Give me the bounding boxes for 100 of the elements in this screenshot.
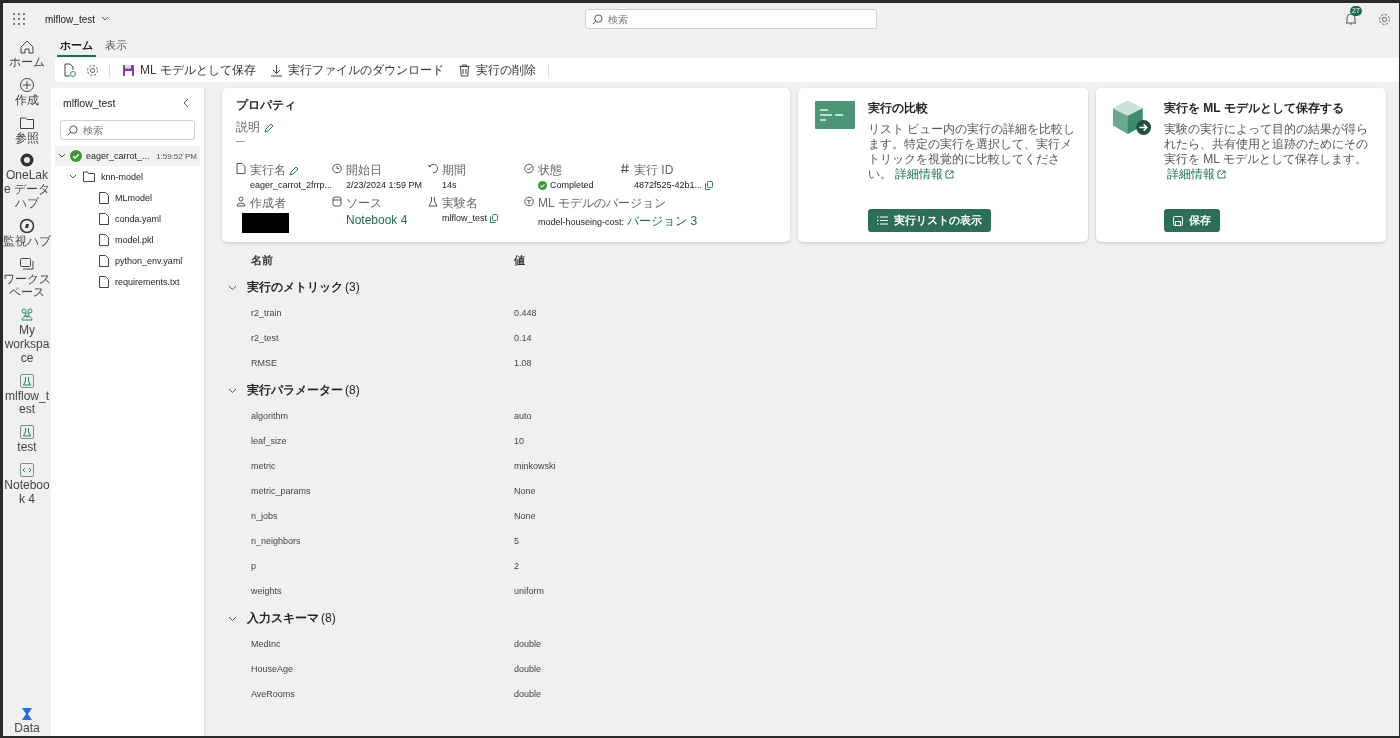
table-cell-text: MedInc xyxy=(250,639,282,649)
folder-icon xyxy=(83,171,95,182)
link[interactable]: Notebook 4 xyxy=(346,213,408,227)
toolbar-button[interactable]: 実行ファイルのダウンロード xyxy=(267,61,446,79)
cube-icon xyxy=(524,196,534,207)
list-icon xyxy=(877,216,888,225)
table-cell-text: AveRooms xyxy=(250,689,296,699)
hourglass-icon[interactable] xyxy=(20,707,34,722)
external-link-icon xyxy=(1217,170,1226,179)
toolbar-button[interactable]: ML モデルとして保存 xyxy=(120,61,258,79)
rail-label[interactable]: OneLake データハブ xyxy=(3,169,51,211)
table-cell: 0.448 xyxy=(514,308,537,318)
rail-label[interactable]: 作成 xyxy=(3,93,51,108)
copy-icon[interactable] xyxy=(705,180,714,190)
chevron-down-icon xyxy=(69,172,77,181)
trash-icon xyxy=(457,63,471,77)
field-value: model-houseing-cost: xyxy=(538,216,625,227)
primary-button[interactable]: 保存 xyxy=(1164,209,1220,232)
rail-label[interactable]: Notebook 4 xyxy=(3,478,51,507)
floppy-icon xyxy=(1173,215,1183,226)
flask-icon[interactable] xyxy=(19,424,35,441)
field-label: 作成者 xyxy=(250,195,286,212)
tab[interactable]: 表示 xyxy=(102,35,130,57)
tree-item[interactable]: knn-model xyxy=(55,166,200,187)
tree-item[interactable]: model.pkl xyxy=(55,229,200,250)
table-cell: auto xyxy=(514,411,532,421)
description-value: — xyxy=(236,136,246,146)
card-description: リスト ビュー内の実行の詳細を比較します。特定の実行を選択して、実行メトリックを視覚的に比較してください。 詳細情報 xyxy=(868,122,1077,182)
table-cell-text: leaf_size xyxy=(250,436,288,446)
tree-item[interactable]: MLmodel xyxy=(55,187,200,208)
rail-label[interactable]: Data xyxy=(3,722,51,736)
table-cell: 2 xyxy=(514,561,519,571)
field-label: 状態 xyxy=(538,162,562,179)
table-cell: double xyxy=(514,689,542,699)
tree-item[interactable]: python_env.yaml xyxy=(55,250,200,271)
new-document-icon[interactable] xyxy=(63,63,76,77)
bell-icon[interactable] xyxy=(1344,12,1358,26)
compass-icon[interactable] xyxy=(19,217,35,234)
rail-label[interactable]: ワークスペース xyxy=(3,272,51,301)
card-description: 実験の実行によって目的の結果が得られたら、共有使用と追跡のためにその実行を ML モデルとして保存します。 詳細情報 xyxy=(1164,122,1369,182)
copy-icon[interactable] xyxy=(490,213,498,223)
toolbar-button[interactable]: 実行の削除 xyxy=(455,61,538,79)
collapse-icon[interactable] xyxy=(182,98,190,108)
person-icon xyxy=(236,196,246,207)
section-header[interactable]: 実行のメトリック (3) xyxy=(222,273,1399,301)
clock-icon xyxy=(332,163,342,174)
section-header[interactable]: 入力スキーマ (8) xyxy=(222,604,1399,632)
panel-title: mlflow_test xyxy=(63,97,116,109)
stacked-windows-icon[interactable] xyxy=(19,255,35,272)
rail-label[interactable]: test xyxy=(3,441,51,455)
pencil-icon[interactable] xyxy=(289,165,299,176)
field-value: eager_carrot_2frrp... xyxy=(250,180,333,190)
chevron-down-icon[interactable] xyxy=(101,16,109,22)
cube-arrow-icon xyxy=(1112,100,1152,136)
table-cell: 5 xyxy=(514,536,519,546)
learn-more-link[interactable]: 詳細情報 xyxy=(895,167,954,182)
search-field[interactable]: 検索 xyxy=(585,9,877,29)
notebook-icon[interactable] xyxy=(19,461,35,478)
tree-item[interactable]: eager_carrot_... 1:59:52 PM xyxy=(55,146,200,166)
rail-label[interactable]: 参照 xyxy=(3,131,51,146)
column-header: 値 xyxy=(514,253,525,268)
table-cell: 10 xyxy=(514,436,524,446)
rail-label[interactable]: mlflow_test xyxy=(3,389,51,418)
home-icon[interactable] xyxy=(19,39,35,55)
section-header[interactable]: 実行パラメーター (8) xyxy=(222,376,1399,404)
download-icon xyxy=(269,63,283,77)
rail-label[interactable]: My workspace xyxy=(3,324,51,366)
file-icon xyxy=(99,275,109,288)
external-link-icon xyxy=(945,170,954,179)
table-cell-text: HouseAge xyxy=(250,664,295,674)
file-icon xyxy=(99,254,109,267)
tree-item[interactable]: conda.yaml xyxy=(55,208,200,229)
flask-icon[interactable] xyxy=(19,372,35,389)
list-window-icon xyxy=(814,100,856,130)
field-label: 実験名 xyxy=(442,195,478,212)
search-field[interactable]: 検索 xyxy=(60,120,195,140)
field-value: 14s xyxy=(442,180,457,190)
table-cell: None xyxy=(514,511,536,521)
rail-label[interactable]: 監視ハブ xyxy=(3,234,51,249)
rail-label[interactable]: ホーム xyxy=(3,56,51,70)
status-icon xyxy=(524,163,534,174)
table-cell: double xyxy=(514,639,542,649)
table-cell-text: weights xyxy=(250,586,283,596)
settings-icon[interactable] xyxy=(1378,12,1391,26)
people-icon[interactable] xyxy=(19,307,35,324)
workspace-name[interactable]: mlflow_test xyxy=(45,13,95,25)
plus-circle-icon[interactable] xyxy=(19,76,35,93)
folder-icon[interactable] xyxy=(19,114,35,131)
document-icon xyxy=(236,163,246,174)
field-label: 説明 xyxy=(236,119,260,136)
field-value: 2/23/2024 1:59 PM xyxy=(346,180,423,190)
table-cell-text: algorithm xyxy=(250,411,289,421)
field-value: Completed xyxy=(550,180,594,190)
app-launcher-icon[interactable] xyxy=(13,13,25,25)
link[interactable]: バージョン 3 xyxy=(627,213,698,230)
tree-item[interactable]: requirements.txt xyxy=(55,271,200,292)
settings-icon[interactable] xyxy=(86,63,99,77)
primary-button[interactable]: 実行リストの表示 xyxy=(868,209,991,232)
learn-more-link[interactable]: 詳細情報 xyxy=(1167,167,1226,182)
pencil-icon[interactable] xyxy=(264,122,274,133)
